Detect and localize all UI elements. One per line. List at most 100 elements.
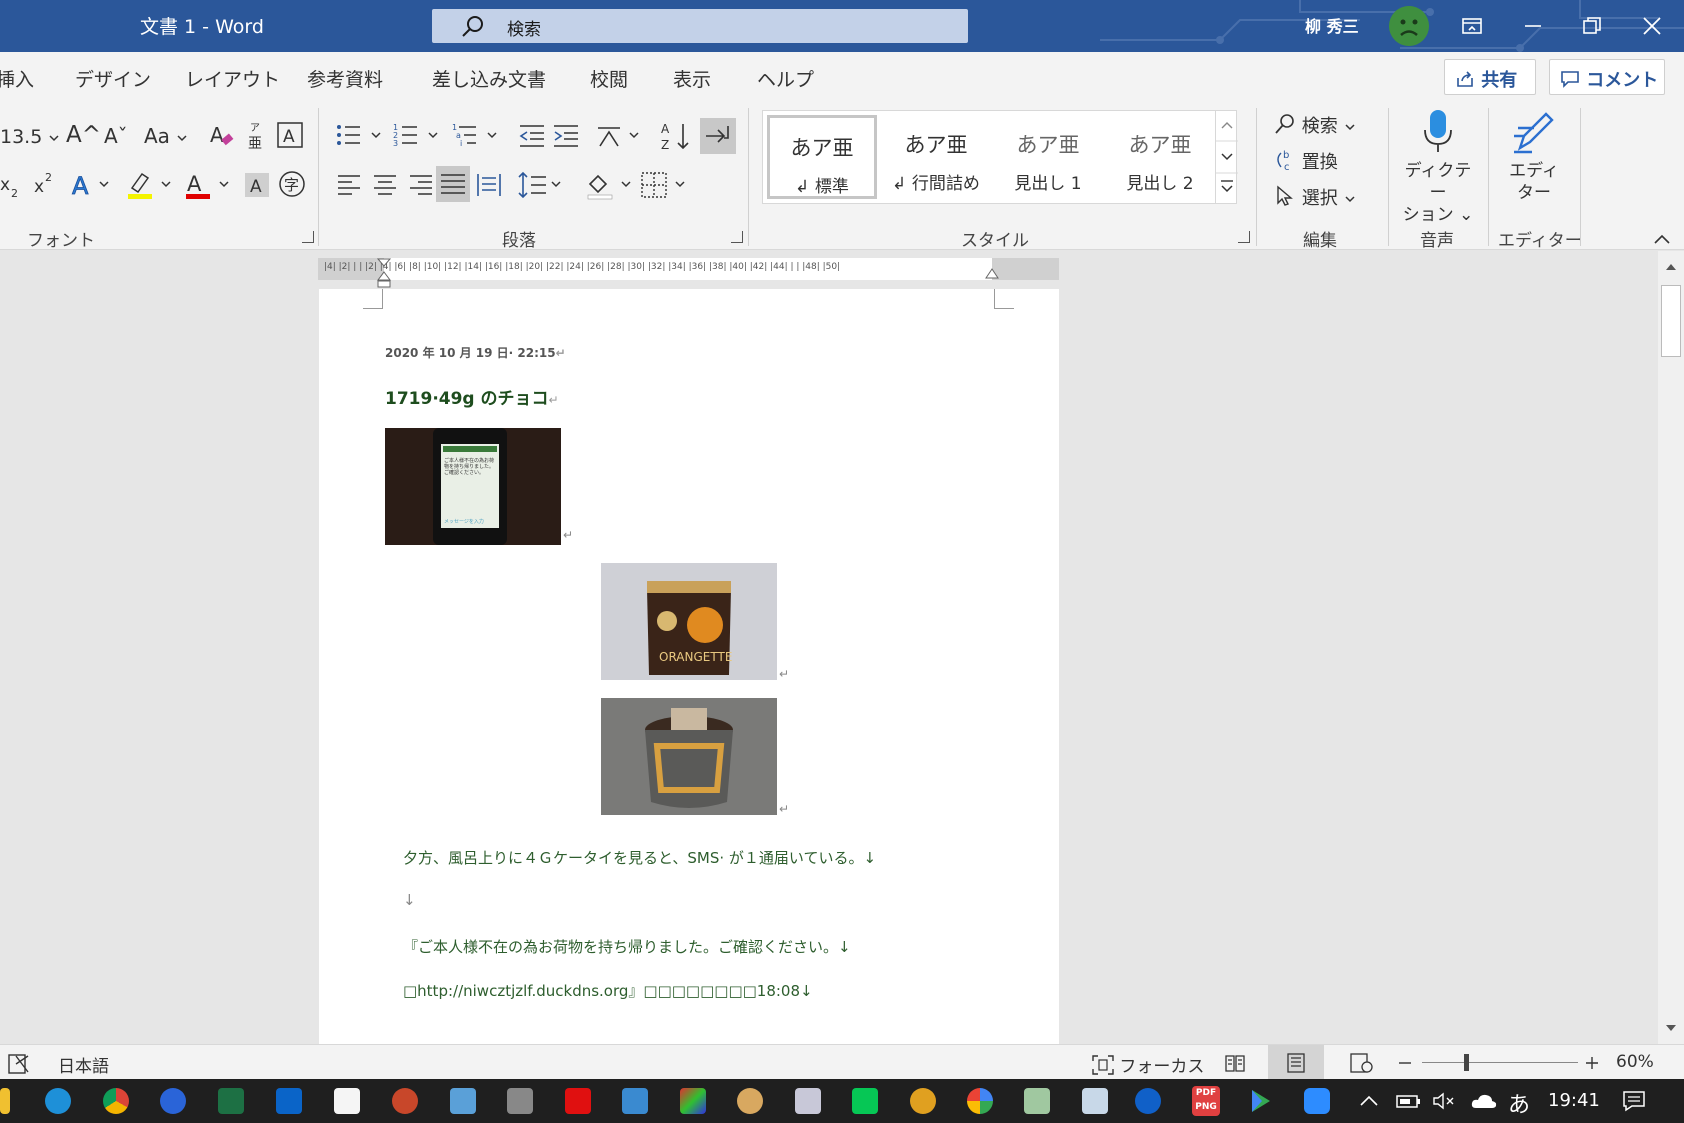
font-color-icon[interactable]: A: [184, 170, 232, 200]
indent-marker-icon[interactable]: [376, 258, 392, 288]
change-case-button[interactable]: Aa: [144, 124, 188, 148]
enclose-characters-icon[interactable]: 字: [278, 170, 306, 198]
tab-insert[interactable]: 挿入: [0, 65, 34, 92]
amazon-icon[interactable]: [334, 1088, 360, 1114]
asian-layout-icon[interactable]: [596, 122, 642, 150]
youtube-icon[interactable]: [565, 1088, 591, 1114]
decrease-indent-icon[interactable]: [518, 122, 546, 150]
close-icon[interactable]: [1638, 12, 1666, 40]
google-icon[interactable]: [967, 1088, 993, 1114]
font-size-select[interactable]: 13.5: [0, 126, 60, 148]
excel-icon[interactable]: [218, 1088, 244, 1114]
web-layout-icon[interactable]: [1350, 1053, 1374, 1073]
find-button[interactable]: 検索: [1274, 112, 1357, 138]
distributed-icon[interactable]: [476, 172, 502, 198]
dictate-button[interactable]: ディクテー ション ⌄: [1398, 108, 1478, 225]
horizontal-ruler[interactable]: |4| |2| | | |2| |4| |6| |8| |10| |12| |1…: [318, 258, 1059, 288]
umbrella-app-icon[interactable]: [795, 1088, 821, 1114]
phone-photo[interactable]: ご本人様不在の為お荷物を持ち帰りました。ご確認ください。 メッセージを入力 ↵: [385, 428, 573, 545]
tab-layout[interactable]: レイアウト: [185, 65, 280, 92]
editor-button[interactable]: エディ ター: [1502, 108, 1566, 218]
ribbon-display-icon[interactable]: [1458, 12, 1486, 40]
paint-3d-icon[interactable]: [680, 1088, 706, 1114]
scroll-down-icon[interactable]: [1661, 1018, 1681, 1038]
align-left-icon[interactable]: [336, 172, 362, 198]
people-icon[interactable]: [160, 1088, 186, 1114]
grow-font-button[interactable]: A^: [66, 122, 101, 148]
phonetic-guide-icon[interactable]: ア亜: [246, 120, 268, 152]
tab-view[interactable]: 表示: [673, 65, 711, 92]
tray-app-icon[interactable]: [1082, 1088, 1108, 1114]
chrome-icon[interactable]: [103, 1088, 129, 1114]
style-heading-2[interactable]: あア亜 見出し 2: [1105, 115, 1215, 199]
gallery-app-icon[interactable]: [1024, 1088, 1050, 1114]
powerpoint-icon[interactable]: [392, 1088, 418, 1114]
chocolate-package-photo[interactable]: ORANGETTE ↵: [601, 563, 789, 681]
line-icon[interactable]: [852, 1088, 878, 1114]
zoom-out-icon[interactable]: [1398, 1060, 1412, 1066]
tab-help[interactable]: ヘルプ: [757, 65, 814, 92]
highlight-color-icon[interactable]: [126, 170, 174, 200]
minimize-icon[interactable]: [1519, 12, 1547, 40]
language-indicator[interactable]: 日本語: [58, 1052, 109, 1077]
avatar[interactable]: [1389, 6, 1429, 46]
font-dialog-launcher[interactable]: [302, 231, 314, 243]
text-effects-icon[interactable]: A: [70, 170, 112, 200]
proofing-icon[interactable]: [8, 1054, 30, 1074]
clock[interactable]: 19:41: [1548, 1090, 1600, 1111]
style-heading-1[interactable]: あア亜 見出し 1: [993, 115, 1103, 199]
character-app-icon[interactable]: [910, 1088, 936, 1114]
shrink-font-button[interactable]: Aˇ: [104, 124, 128, 148]
character-shading-icon[interactable]: A: [244, 172, 270, 198]
user-name[interactable]: 柳 秀三: [1305, 13, 1359, 37]
sort-icon[interactable]: AZ: [661, 120, 691, 152]
printer-icon[interactable]: [507, 1088, 533, 1114]
shading-icon[interactable]: [586, 170, 634, 200]
subscript-icon[interactable]: x2: [0, 172, 24, 200]
multilevel-list-icon[interactable]: 1ai: [452, 122, 502, 150]
character-border-icon[interactable]: A: [277, 122, 303, 148]
outlook-icon[interactable]: [276, 1088, 302, 1114]
replace-button[interactable]: bc 置換: [1274, 148, 1338, 174]
numbering-icon[interactable]: 123: [393, 122, 443, 150]
container-photo[interactable]: ↵: [601, 698, 789, 816]
document-page[interactable]: 2020 年 10 月 19 日· 22:15↵ 1719·49g のチョコ↵ …: [319, 289, 1059, 1044]
volume-muted-icon[interactable]: [1432, 1091, 1458, 1111]
scroll-up-icon[interactable]: [1661, 257, 1681, 277]
zoom-in-icon[interactable]: [1585, 1056, 1599, 1070]
right-indent-marker-icon[interactable]: [984, 268, 1000, 282]
tab-mailings[interactable]: 差し込み文書: [432, 65, 546, 92]
tab-design[interactable]: デザイン: [75, 65, 151, 92]
tab-references[interactable]: 参考資料: [307, 65, 383, 92]
zoom-level[interactable]: 60%: [1616, 1052, 1654, 1072]
pdf-png-icon[interactable]: PDF PNG: [1192, 1086, 1220, 1116]
battery-icon[interactable]: [1393, 1091, 1423, 1111]
select-button[interactable]: 選択: [1274, 184, 1357, 210]
notifications-icon[interactable]: [1622, 1090, 1646, 1112]
share-button[interactable]: 共有: [1444, 59, 1536, 95]
styles-scroll[interactable]: [1215, 111, 1238, 203]
zoom-slider-thumb[interactable]: [1464, 1054, 1469, 1071]
style-normal[interactable]: あア亜 ↲ 標準: [767, 115, 877, 199]
photos-icon[interactable]: [622, 1088, 648, 1114]
search-box[interactable]: 検索: [432, 9, 968, 43]
align-center-icon[interactable]: [372, 172, 398, 198]
zoom-app-icon[interactable]: [1304, 1088, 1330, 1114]
superscript-icon[interactable]: x2: [34, 170, 58, 198]
focus-button[interactable]: フォーカス: [1092, 1052, 1204, 1077]
align-right-icon[interactable]: [408, 172, 434, 198]
play-store-icon[interactable]: [1248, 1088, 1274, 1114]
scroll-thumb[interactable]: [1661, 285, 1681, 357]
collapse-ribbon-icon[interactable]: [1652, 232, 1672, 246]
borders-icon[interactable]: [640, 170, 688, 200]
style-no-spacing[interactable]: あア亜 ↲ 行間詰め: [881, 115, 991, 199]
bullets-icon[interactable]: [336, 122, 386, 150]
control-panel-icon[interactable]: [450, 1088, 476, 1114]
tab-review[interactable]: 校閲: [590, 65, 628, 92]
ime-indicator[interactable]: あ: [1508, 1087, 1530, 1119]
justify-button[interactable]: [436, 166, 470, 202]
styles-dialog-launcher[interactable]: [1238, 231, 1250, 243]
read-mode-icon[interactable]: [1224, 1053, 1246, 1073]
print-layout-button[interactable]: [1268, 1045, 1324, 1080]
vertical-scrollbar[interactable]: [1658, 251, 1684, 1044]
